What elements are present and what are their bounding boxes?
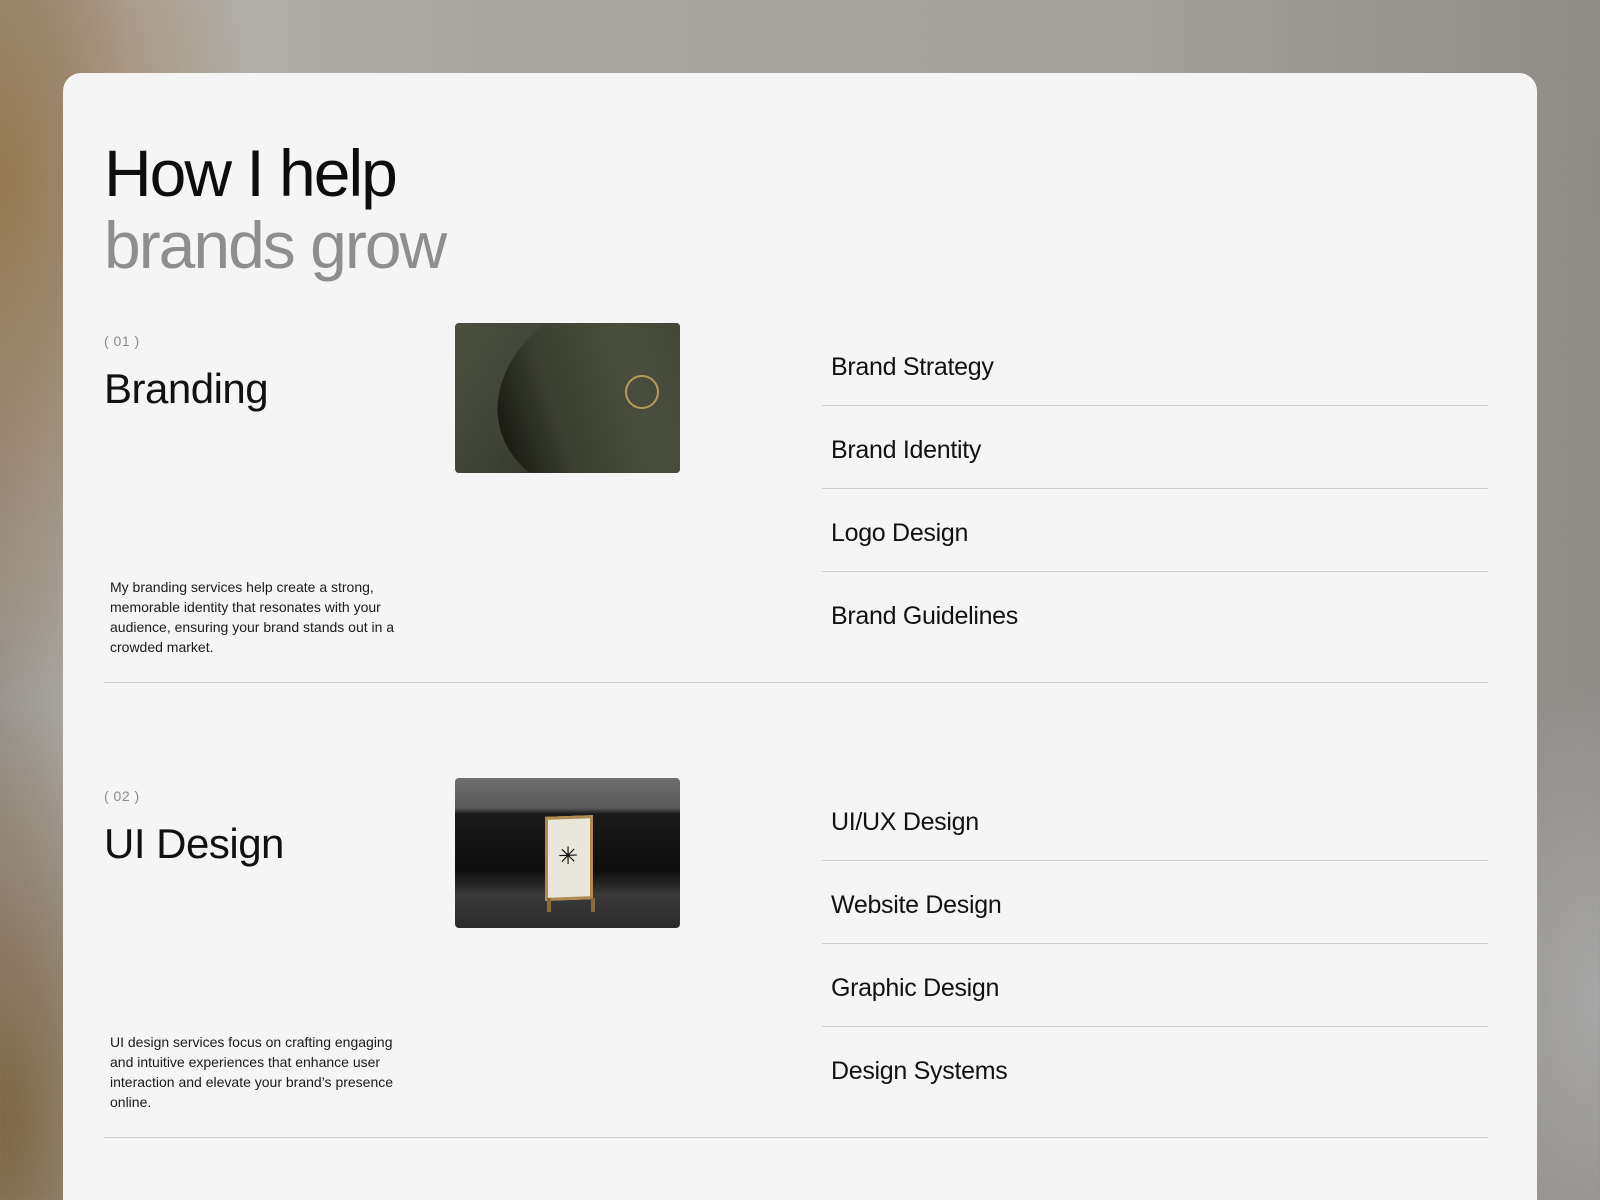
sign-board-shape: ✳ <box>545 815 593 901</box>
service-item[interactable]: Design Systems <box>822 1027 1488 1110</box>
sign-leg-shape <box>547 898 551 912</box>
sign-leg-shape <box>591 898 595 912</box>
service-item[interactable]: Website Design <box>822 861 1488 944</box>
service-items-list: UI/UX Design Website Design Graphic Desi… <box>822 778 1488 1110</box>
service-item[interactable]: Brand Guidelines <box>822 572 1488 655</box>
service-number: ( 01 ) <box>104 333 140 349</box>
service-item[interactable]: Logo Design <box>822 489 1488 572</box>
service-title: Branding <box>104 365 269 412</box>
service-item[interactable]: Graphic Design <box>822 944 1488 1027</box>
service-item[interactable]: UI/UX Design <box>822 778 1488 861</box>
service-title: UI Design <box>104 820 284 867</box>
service-description: My branding services help create a stron… <box>110 579 395 655</box>
service-ui-design: ( 02 ) UI Design UI design services focu… <box>104 778 1488 1138</box>
page-title: How I help brands grow <box>104 136 447 282</box>
service-branding: ( 01 ) Branding My branding services hel… <box>104 323 1488 683</box>
service-item[interactable]: Brand Identity <box>822 406 1488 489</box>
headline-line-1: How I help <box>104 136 398 210</box>
service-number: ( 02 ) <box>104 788 140 804</box>
service-item[interactable]: Brand Strategy <box>822 323 1488 406</box>
service-description: UI design services focus on crafting eng… <box>110 1034 394 1110</box>
service-items-list: Brand Strategy Brand Identity Logo Desig… <box>822 323 1488 655</box>
services-card: How I help brands grow ( 01 ) Branding M… <box>63 73 1537 1200</box>
headline-line-2: brands grow <box>104 208 447 282</box>
branding-image <box>455 323 680 473</box>
starburst-icon: ✳ <box>558 842 579 871</box>
ui-design-image: ✳ <box>455 778 680 928</box>
gold-seal-icon <box>625 375 659 409</box>
